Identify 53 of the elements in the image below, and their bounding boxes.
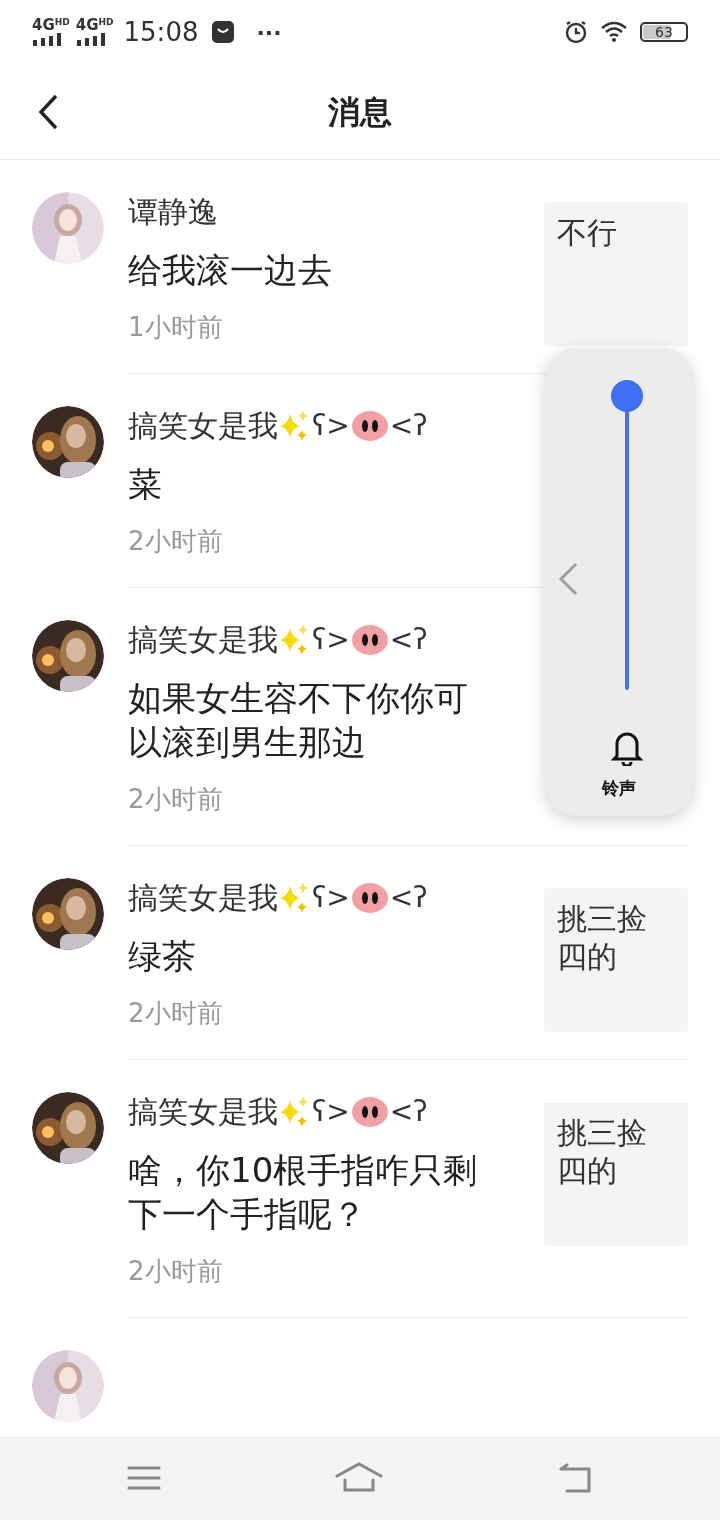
message-time: 2小时前 [128, 525, 224, 558]
sparkle-icon [280, 1096, 310, 1128]
page-title: 消息 [328, 91, 392, 133]
volume-slider[interactable] [611, 380, 643, 690]
pig-nose-icon [351, 410, 388, 442]
collapse-icon[interactable] [557, 562, 579, 596]
network-label: 4G [32, 18, 55, 33]
message-text: 绿茶 [128, 935, 197, 978]
sparkle-icon [280, 410, 310, 442]
volume-label: 铃声 [600, 777, 637, 800]
wifi-icon [600, 21, 628, 43]
app-notification-icon [212, 21, 235, 43]
name-decoration: <ʔ [389, 408, 428, 444]
sender-name: 搞笑女是我 [128, 1093, 278, 1131]
signal-icon [75, 33, 106, 46]
post-thumbnail[interactable]: 挑三捡四的 [544, 888, 688, 1032]
message-time: 2小时前 [128, 1255, 224, 1288]
name-decoration: <ʔ [389, 880, 428, 916]
network-hd-label: HD [98, 18, 114, 27]
sparkle-icon [280, 624, 310, 656]
sender-name: 搞笑女是我 [128, 407, 278, 445]
clock-time: 15:08 [123, 15, 199, 49]
pig-nose-icon [351, 1096, 388, 1128]
name-decoration: ʕ> [312, 1094, 350, 1130]
name-decoration: ʕ> [312, 622, 350, 658]
name-decoration: <ʔ [389, 622, 428, 658]
home-icon[interactable] [335, 1462, 383, 1494]
signal-icon [32, 33, 62, 46]
sender-name: 搞笑女是我 [128, 621, 278, 659]
sender-name: 谭静逸 [128, 193, 218, 231]
network-label: 4G [75, 18, 99, 33]
message-text: 啥，你10根手指咋只剩下一个手指呢？ [128, 1149, 479, 1236]
back-icon[interactable] [557, 1463, 593, 1493]
message-time: 1小时前 [128, 311, 224, 344]
pig-nose-icon [351, 624, 388, 656]
more-notifications: ··· [256, 18, 282, 47]
sender-name: 搞笑女是我 [128, 879, 278, 917]
post-thumbnail[interactable]: 不行 [544, 202, 688, 346]
battery-indicator: 63 [640, 22, 688, 42]
message-time: 2小时前 [128, 997, 224, 1030]
alarm-icon [564, 20, 588, 44]
message-text: 给我滚一边去 [128, 249, 333, 292]
pig-nose-icon [351, 882, 388, 914]
message-time: 2小时前 [128, 783, 224, 816]
post-thumbnail[interactable]: 挑三捡四的 [544, 1102, 688, 1246]
name-decoration: ʕ> [312, 408, 350, 444]
sparkle-icon [280, 882, 310, 914]
message-text: 菜 [128, 463, 163, 506]
menu-icon[interactable] [127, 1465, 161, 1491]
message-text: 如果女生容不下你你可以滚到男生那边 [128, 677, 469, 764]
name-decoration: ʕ> [312, 880, 350, 916]
name-decoration: <ʔ [389, 1094, 428, 1130]
network-hd-label: HD [54, 18, 70, 27]
